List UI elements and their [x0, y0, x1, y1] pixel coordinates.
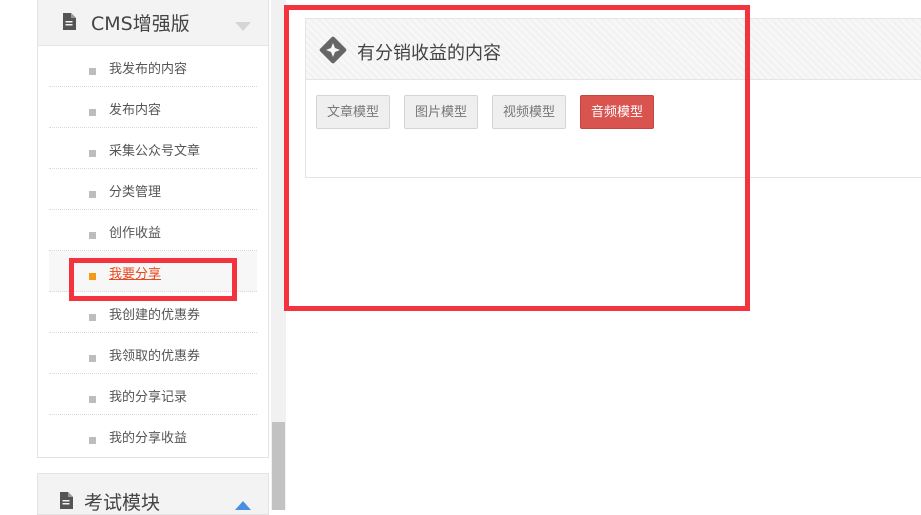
sidebar-item-label: 创作收益: [109, 226, 162, 241]
bullet-icon: [89, 109, 96, 116]
sidebar-section-cms: CMS增强版 我发布的内容 发布内容 采集公众号文章 分类管理 创作收益 我要分…: [37, 0, 269, 458]
sidebar-menu: 我发布的内容 发布内容 采集公众号文章 分类管理 创作收益 我要分享 我创建的优…: [49, 46, 257, 455]
sidebar-item-my-published[interactable]: 我发布的内容: [49, 46, 257, 87]
sidebar-item-share-earnings[interactable]: 我的分享收益: [49, 415, 257, 455]
highlight-box-content: [284, 5, 750, 311]
bullet-icon: [89, 68, 96, 75]
sidebar-section-header[interactable]: CMS增强版: [38, 0, 268, 46]
sidebar-item-label: 分类管理: [109, 185, 162, 200]
bullet-icon: [89, 396, 96, 403]
sidebar-item-publish[interactable]: 发布内容: [49, 87, 257, 128]
sidebar-item-label: 我的分享记录: [109, 390, 188, 405]
sidebar-item-share-records[interactable]: 我的分享记录: [49, 374, 257, 415]
sidebar-item-label: 采集公众号文章: [109, 144, 201, 159]
sidebar-item-received-coupons[interactable]: 我领取的优惠券: [49, 333, 257, 374]
bullet-icon: [89, 314, 96, 321]
sidebar-item-label: 我发布的内容: [109, 62, 188, 77]
sidebar-item-label: 我领取的优惠券: [109, 349, 201, 364]
highlight-box-sidebar: [69, 258, 237, 301]
sidebar-item-earnings[interactable]: 创作收益: [49, 210, 257, 251]
sidebar-section-title: 考试模块: [84, 492, 161, 514]
chevron-up-icon[interactable]: [235, 496, 251, 515]
sidebar-section-title: CMS增强版: [91, 13, 190, 35]
bullet-icon: [89, 437, 96, 444]
sidebar-item-label: 我创建的优惠券: [109, 308, 201, 323]
sidebar-item-categories[interactable]: 分类管理: [49, 169, 257, 210]
bullet-icon: [89, 355, 96, 362]
sidebar-item-label: 发布内容: [109, 103, 162, 118]
bullet-icon: [89, 191, 96, 198]
chevron-down-icon[interactable]: [235, 17, 251, 36]
sidebar-section-exam[interactable]: 考试模块: [37, 473, 269, 515]
sidebar-item-label: 我的分享收益: [109, 431, 188, 446]
sidebar-item-collect-articles[interactable]: 采集公众号文章: [49, 128, 257, 169]
bullet-icon: [89, 232, 96, 239]
bullet-icon: [89, 150, 96, 157]
scrollbar-thumb[interactable]: [272, 422, 285, 510]
document-icon: [62, 13, 76, 34]
